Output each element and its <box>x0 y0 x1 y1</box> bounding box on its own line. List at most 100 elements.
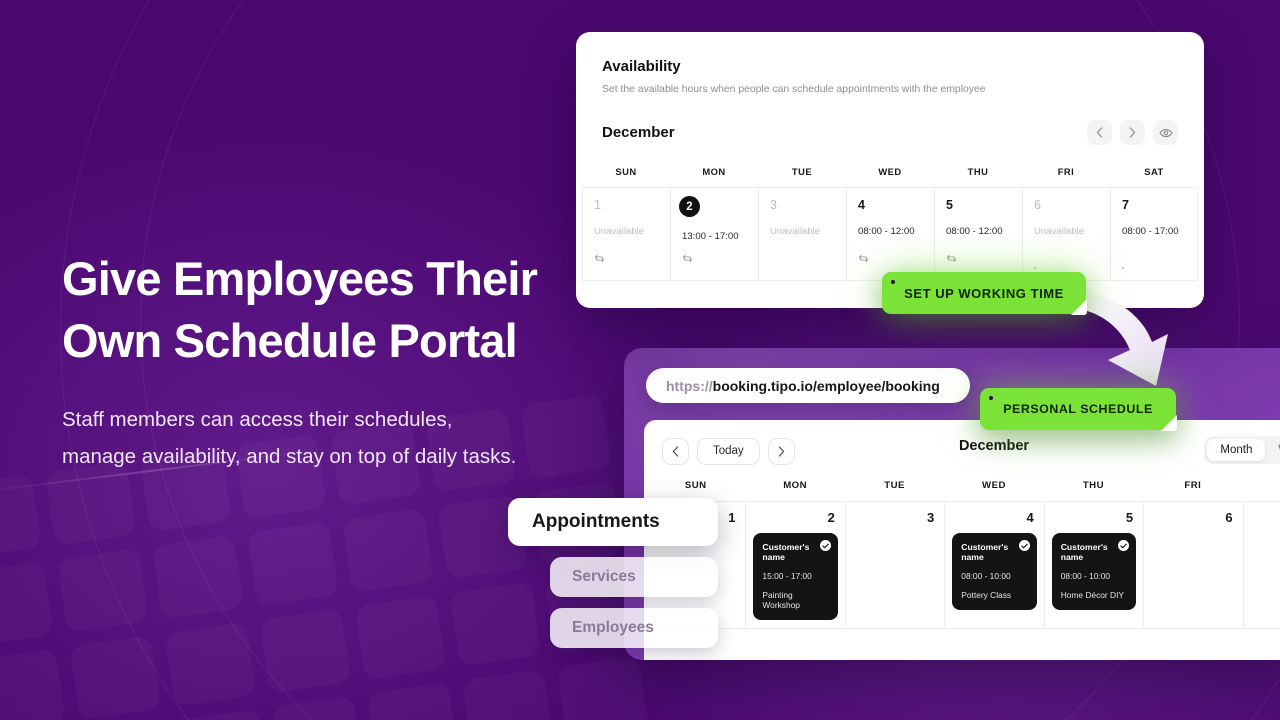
calendar-day-cell[interactable]: 7 <box>1242 501 1280 629</box>
prev-month-button[interactable] <box>1087 120 1112 145</box>
appointment-service: Home Décor DIY <box>1060 590 1124 600</box>
page-title: Give Employees Their Own Schedule Portal <box>62 248 582 372</box>
availability-day-headers: SUN MON TUE WED THU FRI SAT <box>576 166 1204 177</box>
calendar-day-cell[interactable]: 3 <box>844 501 945 629</box>
appointment-card[interactable]: Customer's name 08:00 - 10:00 Pottery Clas… <box>952 533 1037 610</box>
repeat-icon <box>858 255 869 262</box>
appointment-card[interactable]: Customer's name 15:00 - 17:00 Painting Wor… <box>753 533 838 620</box>
background-tile <box>260 609 352 694</box>
day-number: 4 <box>858 198 865 212</box>
calendar-day-cell[interactable]: 6 <box>1143 501 1243 629</box>
repeat-placeholder-icon <box>1122 267 1124 269</box>
today-button[interactable]: Today <box>697 437 760 465</box>
view-option-month[interactable]: Month <box>1207 439 1266 461</box>
availability-hours: Unavailable <box>594 226 645 237</box>
day-number: 4 <box>1026 510 1034 525</box>
background-tile <box>164 622 256 707</box>
callout-badge-label: PERSONAL SCHEDULE <box>1003 402 1153 416</box>
badge-dot-icon <box>891 280 895 284</box>
repeat-toggle[interactable] <box>682 251 693 269</box>
schedule-calendar: Today December MonthWeekDay SUN MON TUE WED… <box>644 420 1280 660</box>
callout-badge-personal-schedule: PERSONAL SCHEDULE <box>980 388 1177 431</box>
background-tile <box>272 696 364 720</box>
prev-period-button[interactable] <box>662 437 689 465</box>
url-path: booking.tipo.io/employee/booking <box>712 377 940 394</box>
chevron-left-icon <box>1096 127 1103 138</box>
badge-dot-icon <box>989 396 993 400</box>
availability-day-header: SUN <box>615 166 637 177</box>
availability-day-grid: 1 Unavailable 2 13:00 - 17:00 3 Unavailable 4 0… <box>576 187 1204 281</box>
availability-day-header: SAT <box>1144 166 1164 177</box>
appointment-service: Painting Workshop <box>762 590 800 610</box>
calendar-day-grid: 1 2 Customer's name 15:00 - 17:00 Painting W… <box>644 501 1280 629</box>
day-number: 1 <box>594 198 601 212</box>
hero-subtitle: Staff members can access their schedules… <box>62 402 582 475</box>
headline-line-1: Give Employees Their <box>62 252 538 305</box>
repeat-toggle[interactable] <box>946 251 957 269</box>
availability-title: Availability <box>602 58 681 75</box>
callout-badge-working-time: SET UP WORKING TIME <box>882 272 1087 315</box>
nav-pill-appointments[interactable]: Appointments <box>508 498 718 546</box>
day-number: 2 <box>827 510 835 525</box>
availability-day-cell[interactable]: 3 Unavailable <box>758 187 846 281</box>
background-tile <box>69 635 161 720</box>
day-number: 3 <box>927 510 935 525</box>
background-tile <box>342 508 434 593</box>
day-number: 5 <box>946 198 953 212</box>
appointment-time: 08:00 - 10:00 <box>1060 571 1111 581</box>
availability-day-header: FRI <box>1057 166 1075 177</box>
availability-day-cell[interactable]: 5 08:00 - 12:00 <box>934 187 1022 281</box>
badge-tail-icon <box>1071 299 1087 315</box>
subtitle-line-1: Staff members can access their schedules… <box>62 408 453 432</box>
view-option-week[interactable]: Week <box>1265 439 1280 461</box>
calendar-nav-group: Today <box>662 437 795 465</box>
background-tile <box>355 595 447 680</box>
next-period-button[interactable] <box>767 437 795 465</box>
availability-day-header: THU <box>967 166 989 177</box>
confirmed-check-icon <box>819 540 831 551</box>
availability-day-cell[interactable]: 4 08:00 - 12:00 <box>846 187 934 281</box>
background-tile <box>0 649 66 720</box>
repeat-toggle[interactable] <box>858 251 869 269</box>
appointment-customer-name: Customer's name <box>762 542 810 562</box>
availability-day-cell[interactable]: 6 Unavailable <box>1022 187 1110 281</box>
today-button-label: Today <box>713 445 744 457</box>
nav-pill-group: Appointments Services Employees <box>508 498 718 648</box>
repeat-icon <box>682 255 693 262</box>
appointment-customer-name: Customer's name <box>961 542 1009 562</box>
availability-hours: 08:00 - 17:00 <box>1122 226 1179 237</box>
chevron-left-icon <box>672 445 679 457</box>
repeat-placeholder-icon <box>1034 267 1036 269</box>
availability-card: Availability Set the available hours whe… <box>576 32 1204 308</box>
nav-pill-services[interactable]: Services <box>550 557 718 597</box>
view-switcher: MonthWeekDay <box>1204 436 1280 464</box>
availability-day-cell[interactable]: 2 13:00 - 17:00 <box>670 187 758 281</box>
nav-pill-label: Appointments <box>532 511 660 532</box>
repeat-icon <box>594 255 605 262</box>
availability-month-row: December <box>576 120 1204 145</box>
callout-badge-label: SET UP WORKING TIME <box>904 285 1064 301</box>
appointment-card[interactable]: Customer's name 08:00 - 10:00 Home Décor D… <box>1051 533 1137 610</box>
calendar-day-cell[interactable]: 5 Customer's name 08:00 - 10:00 Home Décor … <box>1043 501 1144 629</box>
availability-day-header: WED <box>878 166 902 177</box>
calendar-day-header: SAT <box>1243 480 1280 491</box>
calendar-day-header: TUE <box>884 480 905 491</box>
url-bar[interactable]: https:// booking.tipo.io/employee/bookin… <box>646 368 970 403</box>
availability-day-cell[interactable]: 7 08:00 - 17:00 <box>1110 187 1198 281</box>
availability-subtitle: Set the available hours when people can … <box>602 84 986 95</box>
selected-day-badge: 2 <box>679 196 700 217</box>
calendar-day-headers: SUN MON TUE WED THU FRI SAT <box>644 480 1280 491</box>
next-month-button[interactable] <box>1120 120 1145 145</box>
availability-day-cell[interactable]: 1 Unavailable <box>582 187 670 281</box>
background-tile <box>247 521 339 606</box>
availability-day-header: TUE <box>791 166 813 177</box>
repeat-toggle[interactable] <box>594 251 605 269</box>
calendar-day-cell[interactable]: 4 Customer's name 08:00 - 10:00 Pottery Cla… <box>944 501 1044 629</box>
calendar-day-cell[interactable]: 2 Customer's name 15:00 - 17:00 Painting Wo… <box>745 501 845 629</box>
preview-button[interactable] <box>1153 120 1178 145</box>
background-tile <box>462 669 554 720</box>
headline-line-2: Own Schedule Portal <box>62 314 518 368</box>
nav-pill-employees[interactable]: Employees <box>550 608 718 648</box>
day-number: 6 <box>1225 510 1233 525</box>
availability-hours: 08:00 - 12:00 <box>946 226 1003 237</box>
